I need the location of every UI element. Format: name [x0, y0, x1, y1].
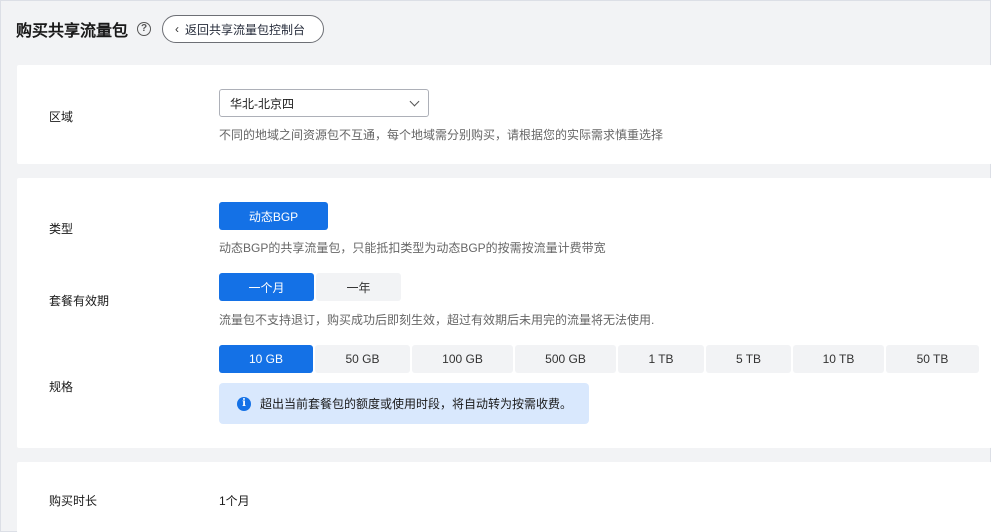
validity-option-year[interactable]: 一年 — [316, 273, 401, 301]
page-title: 购买共享流量包 — [16, 23, 129, 40]
spec-option-1tb[interactable]: 1 TB — [618, 345, 704, 373]
spec-option-50gb[interactable]: 50 GB — [315, 345, 410, 373]
page-header: 购买共享流量包 ? ‹ 返回共享流量包控制台 — [1, 1, 990, 57]
back-button-label: 返回共享流量包控制台 — [185, 22, 306, 37]
region-selected-value: 华北-北京四 — [230, 96, 294, 111]
validity-hint: 流量包不支持退订，购买成功后即刻生效，超过有效期后未用完的流量将无法使用. — [219, 313, 655, 327]
info-icon: i — [237, 396, 251, 411]
duration-value: 1个月 — [219, 494, 250, 508]
validity-option-month[interactable]: 一个月 — [219, 273, 314, 301]
help-icon[interactable]: ? — [137, 22, 152, 36]
spec-option-5tb[interactable]: 5 TB — [706, 345, 791, 373]
duration-label: 购买时长 — [49, 494, 98, 508]
duration-card: 购买时长 1个月 — [17, 462, 991, 532]
region-label: 区域 — [49, 110, 74, 124]
region-select[interactable]: 华北-北京四 — [219, 89, 429, 117]
spec-option-500gb[interactable]: 500 GB — [515, 345, 616, 373]
type-option-bgp[interactable]: 动态BGP — [219, 202, 328, 230]
package-config-card: 类型 动态BGP 动态BGP的共享流量包，只能抵扣类型为动态BGP的按需按流量计… — [17, 178, 991, 448]
spec-option-100gb[interactable]: 100 GB — [412, 345, 513, 373]
type-label: 类型 — [49, 222, 74, 236]
type-hint: 动态BGP的共享流量包，只能抵扣类型为动态BGP的按需按流量计费带宽 — [219, 241, 606, 255]
validity-label: 套餐有效期 — [49, 294, 110, 308]
spec-label: 规格 — [49, 380, 74, 394]
spec-option-50tb[interactable]: 50 TB — [886, 345, 979, 373]
spec-selector: 10 GB 50 GB 100 GB 500 GB 1 TB 5 TB 10 T… — [219, 345, 981, 373]
chevron-left-icon: ‹ — [175, 22, 180, 36]
chevron-down-icon — [409, 96, 420, 106]
region-card: 区域 华北-北京四 不同的地域之间资源包不互通，每个地域需分别购买，请根据您的实… — [17, 65, 991, 164]
validity-selector: 一个月 一年 — [219, 273, 403, 301]
region-hint: 不同的地域之间资源包不互通，每个地域需分别购买，请根据您的实际需求慎重选择 — [219, 128, 664, 142]
overage-notice-text: 超出当前套餐包的额度或使用时段，将自动转为按需收费。 — [260, 397, 573, 411]
back-to-console-button[interactable]: ‹ 返回共享流量包控制台 — [162, 15, 325, 43]
spec-option-10tb[interactable]: 10 TB — [793, 345, 884, 373]
spec-option-10gb[interactable]: 10 GB — [219, 345, 313, 373]
overage-notice: i 超出当前套餐包的额度或使用时段，将自动转为按需收费。 — [219, 383, 589, 424]
